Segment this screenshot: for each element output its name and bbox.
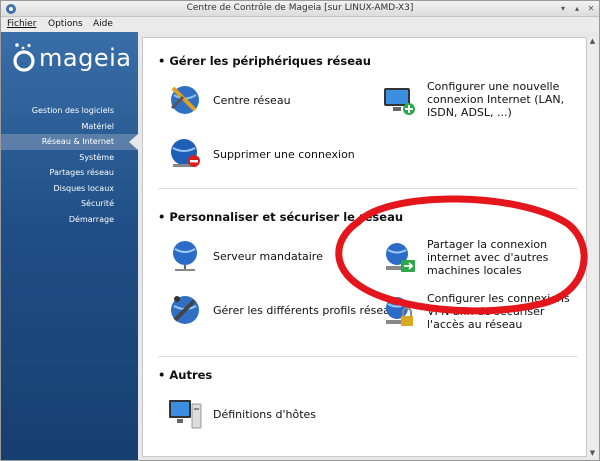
content-panel: • Gérer les périphériques réseau Centre … <box>142 37 587 457</box>
item-label: Configurer les connexions VPN afin de sé… <box>427 292 570 331</box>
sidebar-item-system[interactable]: Système <box>1 150 138 166</box>
share-connection-icon <box>386 242 415 272</box>
sidebar-item-security[interactable]: Sécurité <box>1 196 138 212</box>
vpn-icon <box>386 296 413 326</box>
item-label: Centre réseau <box>213 93 291 107</box>
item-new-connection[interactable]: Configurer une nouvelle connexion Intern… <box>381 80 581 119</box>
menu-bar: Fichier Options Aide <box>1 17 599 32</box>
network-center-icon <box>170 86 199 114</box>
vertical-scrollbar[interactable]: ▲ ▼ <box>587 37 598 457</box>
proxy-icon <box>173 241 197 271</box>
section-divider <box>158 356 578 357</box>
main-window: Centre de Contrôle de Mageia [sur LINUX-… <box>0 0 600 461</box>
item-label: Gérer les différents profils réseau <box>213 303 397 317</box>
close-icon[interactable]: ✕ <box>585 3 597 15</box>
new-connection-icon <box>384 87 415 115</box>
mageia-logo-icon <box>13 43 35 72</box>
item-label: Définitions d'hôtes <box>213 407 317 421</box>
sidebar-item-boot[interactable]: Démarrage <box>1 212 138 228</box>
sidebar-item-network[interactable]: Réseau & Internet <box>1 134 138 150</box>
sidebar-item-hardware[interactable]: Matériel <box>1 119 138 135</box>
scroll-down-icon[interactable]: ▼ <box>587 449 598 457</box>
item-profiles[interactable]: Gérer les différents profils réseau <box>167 292 397 328</box>
item-label: Supprimer une connexion <box>213 147 355 161</box>
item-remove-connection[interactable]: Supprimer une connexion <box>167 136 355 172</box>
window-title: Centre de Contrôle de Mageia [sur LINUX-… <box>186 3 414 13</box>
mageia-logo: mageia <box>11 42 136 76</box>
remove-connection-icon <box>171 139 200 167</box>
maximize-icon[interactable]: ▴ <box>571 3 583 15</box>
sidebar-item-disks[interactable]: Disques locaux <box>1 181 138 197</box>
profiles-icon <box>171 296 199 324</box>
item-label: Partager la connexion internet avec d'au… <box>427 238 549 277</box>
logo-text: mageia <box>39 44 132 72</box>
section-divider <box>158 188 578 189</box>
item-label: Serveur mandataire <box>213 249 323 263</box>
item-proxy[interactable]: Serveur mandataire <box>167 238 323 274</box>
hosts-icon <box>169 400 202 429</box>
menu-options[interactable]: Options <box>48 19 83 29</box>
minimize-icon[interactable]: ▾ <box>557 3 569 15</box>
sidebar-item-shares[interactable]: Partages réseau <box>1 165 138 181</box>
sidebar-nav: Gestion des logiciels Matériel Réseau & … <box>1 103 138 227</box>
section-title-customize: • Personnaliser et sécuriser le réseau <box>158 210 404 224</box>
sidebar: mageia Gestion des logiciels Matériel Ré… <box>1 32 138 460</box>
section-title-devices: • Gérer les périphériques réseau <box>158 54 371 68</box>
item-vpn[interactable]: Configurer les connexions VPN afin de sé… <box>381 292 581 331</box>
sidebar-item-software[interactable]: Gestion des logiciels <box>1 103 138 119</box>
item-hosts[interactable]: Définitions d'hôtes <box>167 396 316 432</box>
section-title-others: • Autres <box>158 368 213 382</box>
menu-help[interactable]: Aide <box>93 19 113 29</box>
title-bar[interactable]: Centre de Contrôle de Mageia [sur LINUX-… <box>1 1 599 17</box>
menu-file[interactable]: Fichier <box>7 19 36 29</box>
item-label: Configurer une nouvelle connexion Intern… <box>427 80 565 119</box>
item-share-connection[interactable]: Partager la connexion internet avec d'au… <box>381 238 581 277</box>
item-network-center[interactable]: Centre réseau <box>167 82 291 118</box>
scroll-up-icon[interactable]: ▲ <box>587 37 598 45</box>
